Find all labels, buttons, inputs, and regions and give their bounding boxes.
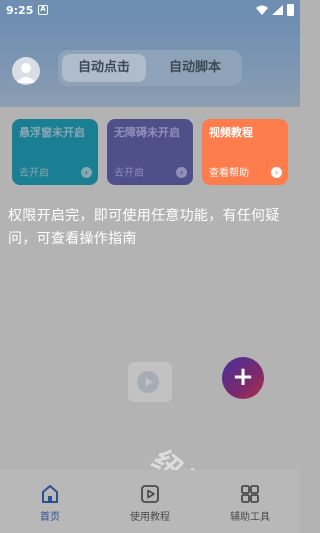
nav-item-tutorial[interactable]: 使用教程 [115, 470, 185, 533]
chevron-right-icon: › [271, 167, 282, 178]
card-action: 查看帮助 [209, 168, 249, 179]
nav-label-tutorial: 使用教程 [130, 512, 170, 523]
add-button[interactable]: + [222, 357, 264, 399]
tab-auto-click[interactable]: 自动点击 [62, 54, 146, 82]
notification-icon: A [38, 5, 48, 15]
nav-label-home: 首页 [40, 512, 60, 523]
accessibility-card[interactable]: 无障碍未开启 去开启 › [107, 119, 193, 185]
battery-icon [287, 4, 294, 16]
nav-item-tools[interactable]: 辅助工具 [215, 470, 285, 533]
chevron-right-icon: › [81, 167, 92, 178]
card-action: 去开启 [19, 168, 49, 179]
tools-icon [241, 485, 259, 503]
card-title: 视频教程 [209, 126, 253, 139]
status-time: 9:25 [6, 4, 34, 17]
wifi-icon [256, 5, 268, 15]
nav-label-tools: 辅助工具 [230, 512, 270, 523]
status-icons [256, 4, 294, 16]
card-action: 去开启 [114, 168, 144, 179]
nav-item-home[interactable]: 首页 [15, 470, 85, 533]
signal-icon [272, 5, 283, 15]
guide-tip: 权限开启完，即可使用任意功能，有任何疑问，可查看操作指南 [8, 208, 280, 247]
card-title: 无障碍未开启 [114, 126, 180, 139]
play-icon [141, 485, 159, 503]
mode-tab-group: 自动点击 自动脚本 [58, 50, 242, 86]
user-icon [16, 63, 36, 83]
bottom-nav: 首页 使用教程 辅助工具 [0, 470, 300, 533]
header: 自动点击 自动脚本 [0, 22, 300, 107]
floating-window-card[interactable]: 悬浮窗未开启 去开启 › [12, 119, 98, 185]
card-title: 悬浮窗未开启 [19, 126, 85, 139]
status-bar: 9:25 A [0, 0, 300, 22]
tab-auto-script[interactable]: 自动脚本 [154, 54, 236, 82]
empty-state-box [128, 362, 172, 402]
avatar[interactable] [12, 57, 40, 85]
home-icon [42, 485, 58, 503]
chevron-right-icon: › [176, 167, 187, 178]
video-tutorial-card[interactable]: 视频教程 查看帮助 › [202, 119, 288, 185]
play-circle-icon [137, 371, 159, 393]
